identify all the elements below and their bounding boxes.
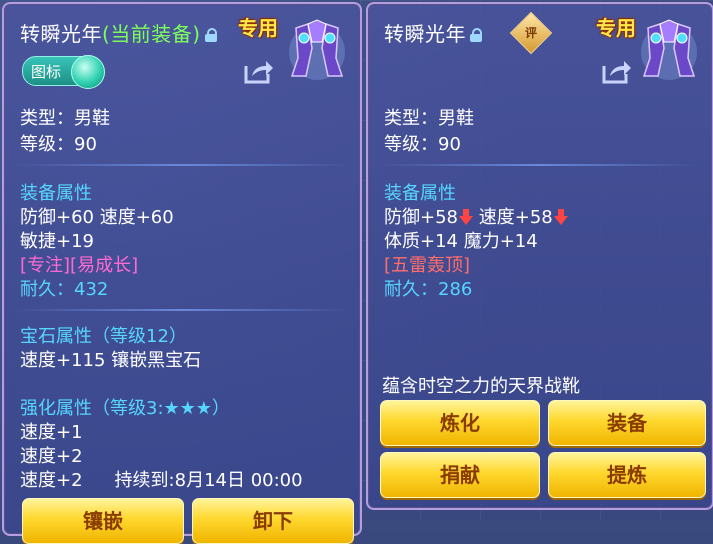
divider (378, 164, 698, 166)
item-name: 转瞬光年 (384, 22, 466, 46)
donate-button[interactable]: 捐献 (380, 452, 540, 498)
enhance-line-3-value: 速度+2 (20, 470, 83, 491)
gem-attr-line: 速度+115 镶嵌黑宝石 (20, 350, 202, 371)
item-title: 转瞬光年 (384, 18, 482, 47)
rating-badge-label: 评 (524, 26, 537, 40)
enhance-line-3: 速度+2 持续到:8月14日 00:00 (20, 466, 303, 492)
equip-button[interactable]: 装备 (548, 400, 706, 446)
item-title: 转瞬光年(当前装备) (20, 18, 217, 47)
attr-line-2: 敏捷+19 (20, 231, 94, 252)
divider (14, 164, 350, 166)
enhance-duration: 持续到:8月14日 00:00 (114, 470, 303, 491)
equip-attr-header: 装备属性 (20, 183, 92, 204)
durability: 耐久：432 (20, 279, 109, 300)
equip-attr-header: 装备属性 (384, 183, 456, 204)
enhance-attr-header: 强化属性（等级3:★★★） (20, 398, 230, 419)
enhance-line-2: 速度+2 (20, 446, 83, 467)
enhance-line-1: 速度+1 (20, 422, 83, 443)
gem-attr-header: 宝石属性（等级12） (20, 326, 187, 347)
rating-badge-icon[interactable]: 评 (509, 11, 553, 55)
current-equipment-tooltip: 转瞬光年(当前装备) 专用 图标 类型：男鞋 等级：90 装备属性 防御+60 … (2, 2, 362, 544)
special-tags: [五雷轰顶] (384, 255, 471, 276)
speed-value: 速度+58 (478, 207, 553, 228)
item-level: 等级：90 (384, 134, 461, 155)
lock-icon (204, 28, 217, 42)
item-type: 类型：男鞋 (20, 108, 110, 129)
equipped-tag: (当前装备) (102, 22, 201, 46)
toggle-knob (71, 55, 105, 89)
item-type: 类型：男鞋 (384, 108, 474, 129)
defense-value: 防御+58 (384, 207, 458, 228)
exclusive-label: 专用 (238, 16, 278, 40)
item-level: 等级：90 (20, 134, 97, 155)
down-arrow-icon (553, 209, 568, 225)
icon-toggle[interactable]: 图标 (22, 55, 105, 89)
special-tags: [专注][易成长] (20, 255, 139, 276)
boots-icon (288, 18, 346, 84)
compare-item-tooltip: 转瞬光年 评 专用 类型：男鞋 等级：90 装备属性 防御+58 速度+58 体… (366, 2, 713, 510)
item-name: 转瞬光年 (20, 22, 102, 46)
item-description: 蕴含时空之力的天界战靴 (382, 376, 580, 397)
refine-button[interactable]: 炼化 (380, 400, 540, 446)
unequip-button[interactable]: 卸下 (192, 498, 354, 544)
attr-line-1: 防御+58 速度+58 (384, 203, 568, 229)
lock-icon (470, 28, 482, 42)
share-icon[interactable] (244, 58, 274, 84)
down-arrow-icon (459, 209, 473, 225)
divider (14, 309, 350, 311)
extract-button[interactable]: 提炼 (548, 452, 706, 498)
durability: 耐久：286 (384, 279, 473, 300)
boots-icon (640, 18, 698, 84)
inlay-button[interactable]: 镶嵌 (22, 498, 184, 544)
attr-line-1: 防御+60 速度+60 (20, 207, 174, 228)
attr-line-2: 体质+14 魔力+14 (384, 231, 538, 252)
toggle-label: 图标 (31, 63, 62, 81)
share-icon[interactable] (602, 58, 632, 84)
exclusive-label: 专用 (596, 16, 636, 40)
